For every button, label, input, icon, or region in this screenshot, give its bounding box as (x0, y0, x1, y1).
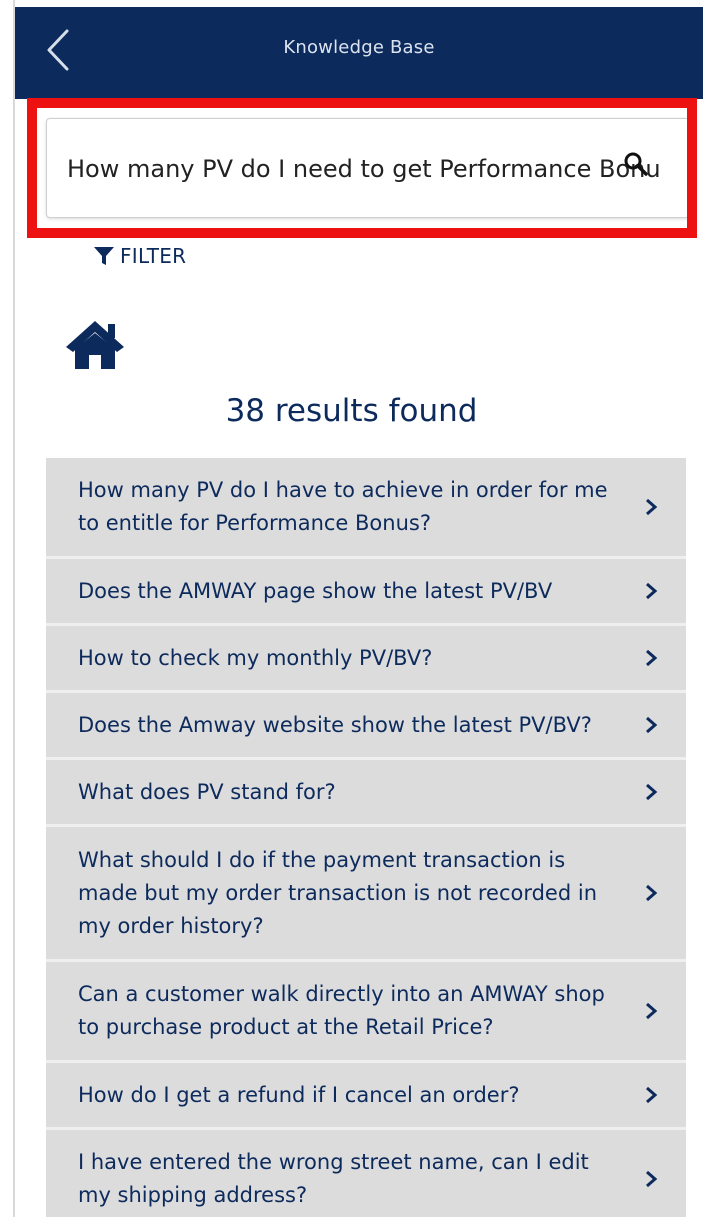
results-count: 38 results found (225, 393, 478, 429)
chevron-right-icon (646, 884, 658, 902)
result-item-refund-cancel-order[interactable]: How do I get a refund if I cancel an ord… (46, 1063, 686, 1130)
app-header: Knowledge Base (15, 7, 703, 99)
result-item-amway-website-pv-bv[interactable]: Does the Amway website show the latest P… (46, 693, 686, 760)
knowledge-base-screen: Knowledge Base FILTER 38 results found H… (0, 0, 703, 1217)
result-item-label: Does the AMWAY page show the latest PV/B… (78, 578, 553, 603)
result-item-label: How do I get a refund if I cancel an ord… (78, 1082, 520, 1107)
result-item-performance-bonus[interactable]: How many PV do I have to achieve in orde… (46, 458, 686, 559)
result-item-label: How many PV do I have to achieve in orde… (78, 478, 608, 535)
chevron-right-icon (646, 1170, 658, 1188)
result-item-label: Does the Amway website show the latest P… (78, 712, 592, 737)
chevron-right-icon (646, 649, 658, 667)
result-item-amway-page-pv-bv[interactable]: Does the AMWAY page show the latest PV/B… (46, 559, 686, 626)
chevron-right-icon (646, 1086, 658, 1104)
result-item-label: What does PV stand for? (78, 779, 336, 804)
home-icon[interactable] (64, 318, 126, 372)
result-item-payment-not-recorded[interactable]: What should I do if the payment transact… (46, 827, 686, 962)
chevron-right-icon (646, 498, 658, 516)
result-item-edit-shipping-address[interactable]: I have entered the wrong street name, ca… (46, 1130, 686, 1217)
chevron-right-icon (646, 1002, 658, 1020)
result-item-check-monthly-pv-bv[interactable]: How to check my monthly PV/BV? (46, 626, 686, 693)
page-title: Knowledge Base (283, 37, 435, 58)
result-item-customer-walk-in-shop[interactable]: Can a customer walk directly into an AMW… (46, 962, 686, 1063)
left-edge-divider (13, 0, 15, 1217)
chevron-right-icon (646, 783, 658, 801)
result-item-label: How to check my monthly PV/BV? (78, 645, 433, 670)
search-highlight-box (27, 98, 697, 238)
result-item-label: What should I do if the payment transact… (78, 847, 598, 938)
filter-label: FILTER (120, 244, 187, 268)
filter-funnel-icon (94, 247, 114, 265)
filter-button[interactable]: FILTER (92, 242, 186, 270)
results-list: How many PV do I have to achieve in orde… (46, 458, 686, 1217)
chevron-right-icon (646, 716, 658, 734)
result-item-what-is-pv[interactable]: What does PV stand for? (46, 760, 686, 827)
result-item-label: Can a customer walk directly into an AMW… (78, 982, 605, 1039)
chevron-right-icon (646, 582, 658, 600)
result-item-label: I have entered the wrong street name, ca… (78, 1150, 589, 1207)
